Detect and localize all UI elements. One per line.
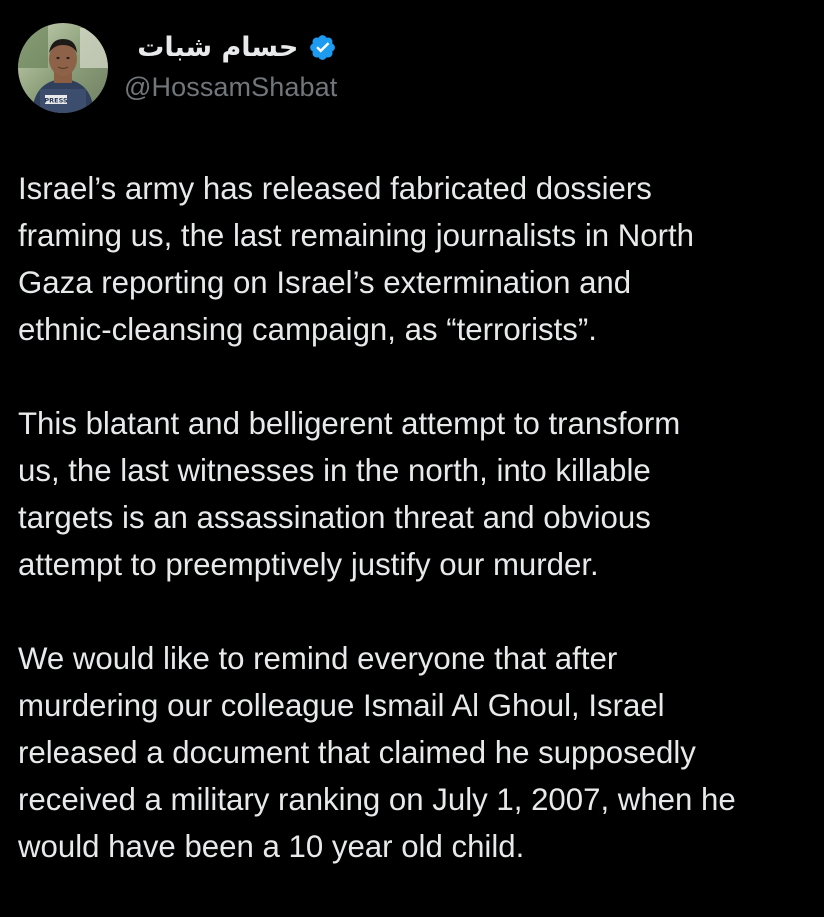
tweet-text-line: received a military ranking on July 1, 2…: [18, 782, 736, 817]
tweet-text-line: Israel’s army has released fabricated do…: [18, 171, 652, 206]
verified-badge-icon: [308, 33, 337, 62]
tweet-text-line: This blatant and belligerent attempt to …: [18, 406, 681, 441]
author-identity: حسام شبات @HossamShabat: [124, 28, 337, 103]
tweet-text-line: We would like to remind everyone that af…: [18, 641, 618, 676]
tweet-text-line: targets is an assassination threat and o…: [18, 500, 651, 535]
author-handle[interactable]: @HossamShabat: [124, 72, 337, 103]
tweet-header: PRESS حسام شبات @HossamShabat: [18, 23, 337, 113]
tweet-text-line: murdering our colleague Ismail Al Ghoul,…: [18, 688, 665, 723]
tweet-text-line: would have been a 10 year old child.: [18, 829, 525, 864]
avatar-photo: PRESS: [18, 23, 108, 113]
author-display-name[interactable]: حسام شبات: [137, 32, 298, 63]
tweet-text-line: us, the last witnesses in the north, int…: [18, 453, 651, 488]
tweet-text-line: attempt to preemptively justify our murd…: [18, 547, 599, 582]
tweet-paragraph: Israel’s army has released fabricated do…: [18, 165, 818, 353]
avatar-press-label: PRESS: [44, 97, 68, 105]
tweet-card: PRESS حسام شبات @HossamShabat Israel’s a…: [0, 0, 824, 900]
author-name-row: حسام شبات: [124, 28, 337, 68]
tweet-paragraph: We would like to remind everyone that af…: [18, 635, 818, 870]
tweet-text-line: released a document that claimed he supp…: [18, 735, 696, 770]
tweet-text: Israel’s army has released fabricated do…: [18, 165, 818, 917]
tweet-paragraph: This blatant and belligerent attempt to …: [18, 400, 818, 588]
avatar[interactable]: PRESS: [18, 23, 108, 113]
tweet-text-line: framing us, the last remaining journalis…: [18, 218, 695, 253]
tweet-text-line: ethnic-cleansing campaign, as “terrorist…: [18, 312, 597, 347]
tweet-text-line: Gaza reporting on Israel’s extermination…: [18, 265, 632, 300]
